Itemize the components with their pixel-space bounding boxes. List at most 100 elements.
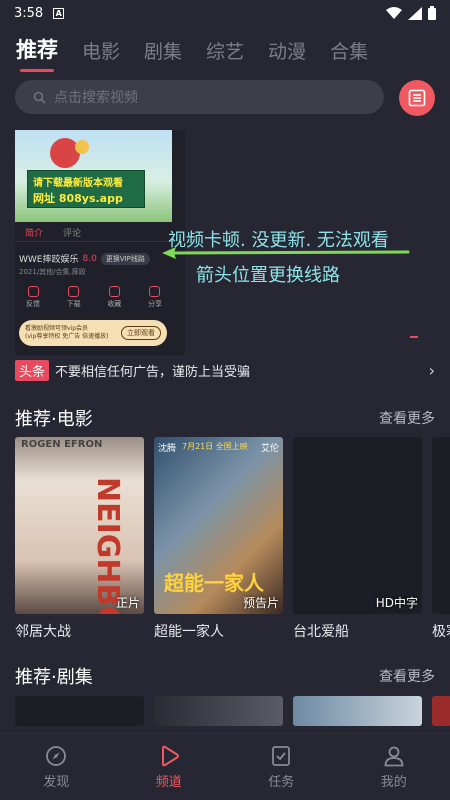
download-label: 下载 bbox=[66, 300, 81, 308]
series-more-link[interactable]: 查看更多 bbox=[379, 666, 435, 686]
movie-title: 台北爱船 bbox=[293, 624, 349, 640]
movie-title: 极寒 bbox=[432, 624, 450, 640]
feedback-label: 反馈 bbox=[26, 300, 40, 308]
series-poster[interactable] bbox=[154, 696, 283, 726]
ad-meta: 2021/其他/合集,摔跤 bbox=[19, 268, 86, 276]
movie-card[interactable]: ROGEN EFRON NEIGHBORS 正片 邻居大战 bbox=[15, 437, 144, 641]
list-icon bbox=[408, 89, 426, 107]
movie-title: 超能一家人 bbox=[154, 624, 224, 640]
poster-credit: ROGEN EFRON bbox=[21, 439, 103, 450]
ad-tab-comment[interactable]: 评论 bbox=[63, 226, 81, 241]
nav-channel-label: 频道 bbox=[155, 774, 182, 790]
play-icon bbox=[161, 745, 179, 766]
quality-tag: HD中字 bbox=[375, 596, 418, 610]
movie-poster[interactable]: 沈腾 7月21日 全国上映 艾伦 超能一家人 预告片 bbox=[154, 437, 283, 614]
annotation-line-1: 视频卡顿. 没更新. 无法观看 bbox=[168, 230, 389, 251]
ad-actions: 反馈 下载 收藏 分享 bbox=[19, 286, 169, 309]
series-poster[interactable] bbox=[15, 696, 144, 726]
movie-title: 邻居大战 bbox=[15, 624, 71, 640]
search-input[interactable]: 点击搜索视频 bbox=[15, 80, 384, 114]
movie-poster[interactable]: ROGEN EFRON NEIGHBORS 正片 bbox=[15, 437, 144, 614]
movie-card[interactable]: 极寒 bbox=[432, 437, 450, 641]
notification-a-icon: A bbox=[53, 7, 65, 19]
carousel-indicator bbox=[410, 336, 418, 338]
movies-section-header: 推荐·电影 查看更多 bbox=[15, 405, 435, 431]
ad-title-row: WWE摔跤娱乐 8.0 更换VIP线路 bbox=[19, 252, 150, 265]
history-button[interactable] bbox=[399, 80, 435, 116]
status-icons bbox=[386, 6, 436, 20]
bottom-nav: 发现 频道 任务 我的 bbox=[0, 733, 450, 800]
movie-poster[interactable]: HD中字 bbox=[293, 437, 422, 614]
category-tabs: 推荐 电影 剧集 综艺 动漫 合集 bbox=[16, 28, 368, 72]
switch-line-button[interactable]: 更换VIP线路 bbox=[100, 252, 150, 265]
ad-tab-intro[interactable]: 简介 bbox=[25, 226, 43, 241]
series-row bbox=[15, 696, 450, 726]
chevron-right-icon[interactable]: › bbox=[429, 361, 435, 380]
ad-subtabs: 简介 评论 bbox=[15, 226, 172, 242]
watch-now-button[interactable]: 立即观看 bbox=[121, 326, 161, 340]
nav-profile[interactable]: 我的 bbox=[354, 745, 434, 790]
ad-figure-2 bbox=[75, 140, 89, 154]
tab-anime[interactable]: 动漫 bbox=[268, 37, 306, 64]
series-section-header: 推荐·剧集 查看更多 bbox=[15, 663, 435, 689]
nav-discover[interactable]: 发现 bbox=[16, 745, 96, 790]
notice-bar[interactable]: 头条 不要相信任何广告，谨防上当受骗 › bbox=[15, 358, 435, 382]
search-placeholder: 点击搜索视频 bbox=[54, 90, 138, 106]
tab-movies[interactable]: 电影 bbox=[82, 37, 120, 64]
movie-card[interactable]: HD中字 台北爱船 bbox=[293, 437, 422, 641]
user-icon bbox=[384, 746, 404, 766]
notice-badge: 头条 bbox=[15, 359, 50, 381]
ad-score: 8.0 bbox=[82, 253, 97, 264]
ad-line-1: 请下载最新版本观看 bbox=[33, 178, 123, 189]
compass-icon bbox=[46, 745, 67, 766]
tab-recommend[interactable]: 推荐 bbox=[16, 34, 58, 72]
share-button[interactable]: 分享 bbox=[141, 286, 169, 309]
search-icon bbox=[33, 91, 46, 104]
feedback-icon bbox=[27, 286, 39, 297]
series-poster[interactable] bbox=[293, 696, 422, 726]
series-section-title: 推荐·剧集 bbox=[15, 667, 93, 688]
tab-variety[interactable]: 综艺 bbox=[206, 37, 244, 64]
annotation-line-2: 箭头位置更换线路 bbox=[196, 265, 340, 286]
movies-section-title: 推荐·电影 bbox=[15, 409, 93, 430]
poster-date: 7月21日 全国上映 bbox=[182, 442, 248, 451]
status-bar: 3:58 A bbox=[0, 0, 450, 26]
poster-logo: 超能一家人 bbox=[164, 571, 264, 595]
vip-promo[interactable]: 看激励视频可领vip会员 (vip尊享特权 免广告 倍速播放) 立即观看 bbox=[19, 320, 167, 346]
ad-title: WWE摔跤娱乐 bbox=[19, 255, 79, 265]
feedback-button[interactable]: 反馈 bbox=[19, 286, 47, 309]
poster-actor-left: 沈腾 bbox=[158, 444, 177, 454]
share-label: 分享 bbox=[147, 300, 162, 308]
series-poster[interactable] bbox=[432, 696, 450, 726]
quality-tag: 预告片 bbox=[242, 596, 279, 610]
nav-channel[interactable]: 频道 bbox=[129, 745, 209, 790]
nav-tasks[interactable]: 任务 bbox=[241, 745, 321, 790]
quality-tag: 正片 bbox=[115, 596, 140, 610]
wifi-icon bbox=[386, 6, 402, 19]
nav-tasks-label: 任务 bbox=[268, 774, 295, 790]
heart-icon bbox=[108, 286, 120, 297]
ad-banner[interactable]: 请下载最新版本观看 网址 808ys.app bbox=[15, 130, 172, 222]
tab-collections[interactable]: 合集 bbox=[330, 37, 368, 64]
status-time: 3:58 bbox=[14, 5, 44, 21]
vip-promo-sub: (vip尊享特权 免广告 倍速播放) bbox=[25, 333, 109, 340]
nav-profile-label: 我的 bbox=[380, 774, 407, 790]
poster-actor-right: 艾伦 bbox=[260, 444, 279, 454]
favorite-label: 收藏 bbox=[107, 300, 122, 308]
task-check-icon bbox=[272, 745, 291, 766]
vip-promo-text: 看激励视频可领vip会员 bbox=[25, 325, 89, 332]
movie-poster[interactable] bbox=[432, 437, 450, 614]
notice-text: 不要相信任何广告，谨防上当受骗 bbox=[55, 364, 251, 380]
movies-row: ROGEN EFRON NEIGHBORS 正片 邻居大战 沈腾 7月21日 全… bbox=[15, 437, 450, 641]
featured-ad[interactable]: 请下载最新版本观看 网址 808ys.app 简介 评论 WWE摔跤娱乐 8.0… bbox=[15, 130, 185, 355]
ad-line-2: 网址 808ys.app bbox=[33, 192, 123, 205]
movie-card[interactable]: 沈腾 7月21日 全国上映 艾伦 超能一家人 预告片 超能一家人 bbox=[154, 437, 283, 641]
tab-series[interactable]: 剧集 bbox=[144, 37, 182, 64]
download-icon bbox=[68, 286, 80, 297]
movies-more-link[interactable]: 查看更多 bbox=[379, 408, 435, 428]
share-icon bbox=[149, 286, 161, 297]
download-button[interactable]: 下载 bbox=[60, 286, 88, 309]
nav-discover-label: 发现 bbox=[43, 774, 70, 790]
battery-icon bbox=[428, 6, 436, 20]
favorite-button[interactable]: 收藏 bbox=[100, 286, 128, 309]
